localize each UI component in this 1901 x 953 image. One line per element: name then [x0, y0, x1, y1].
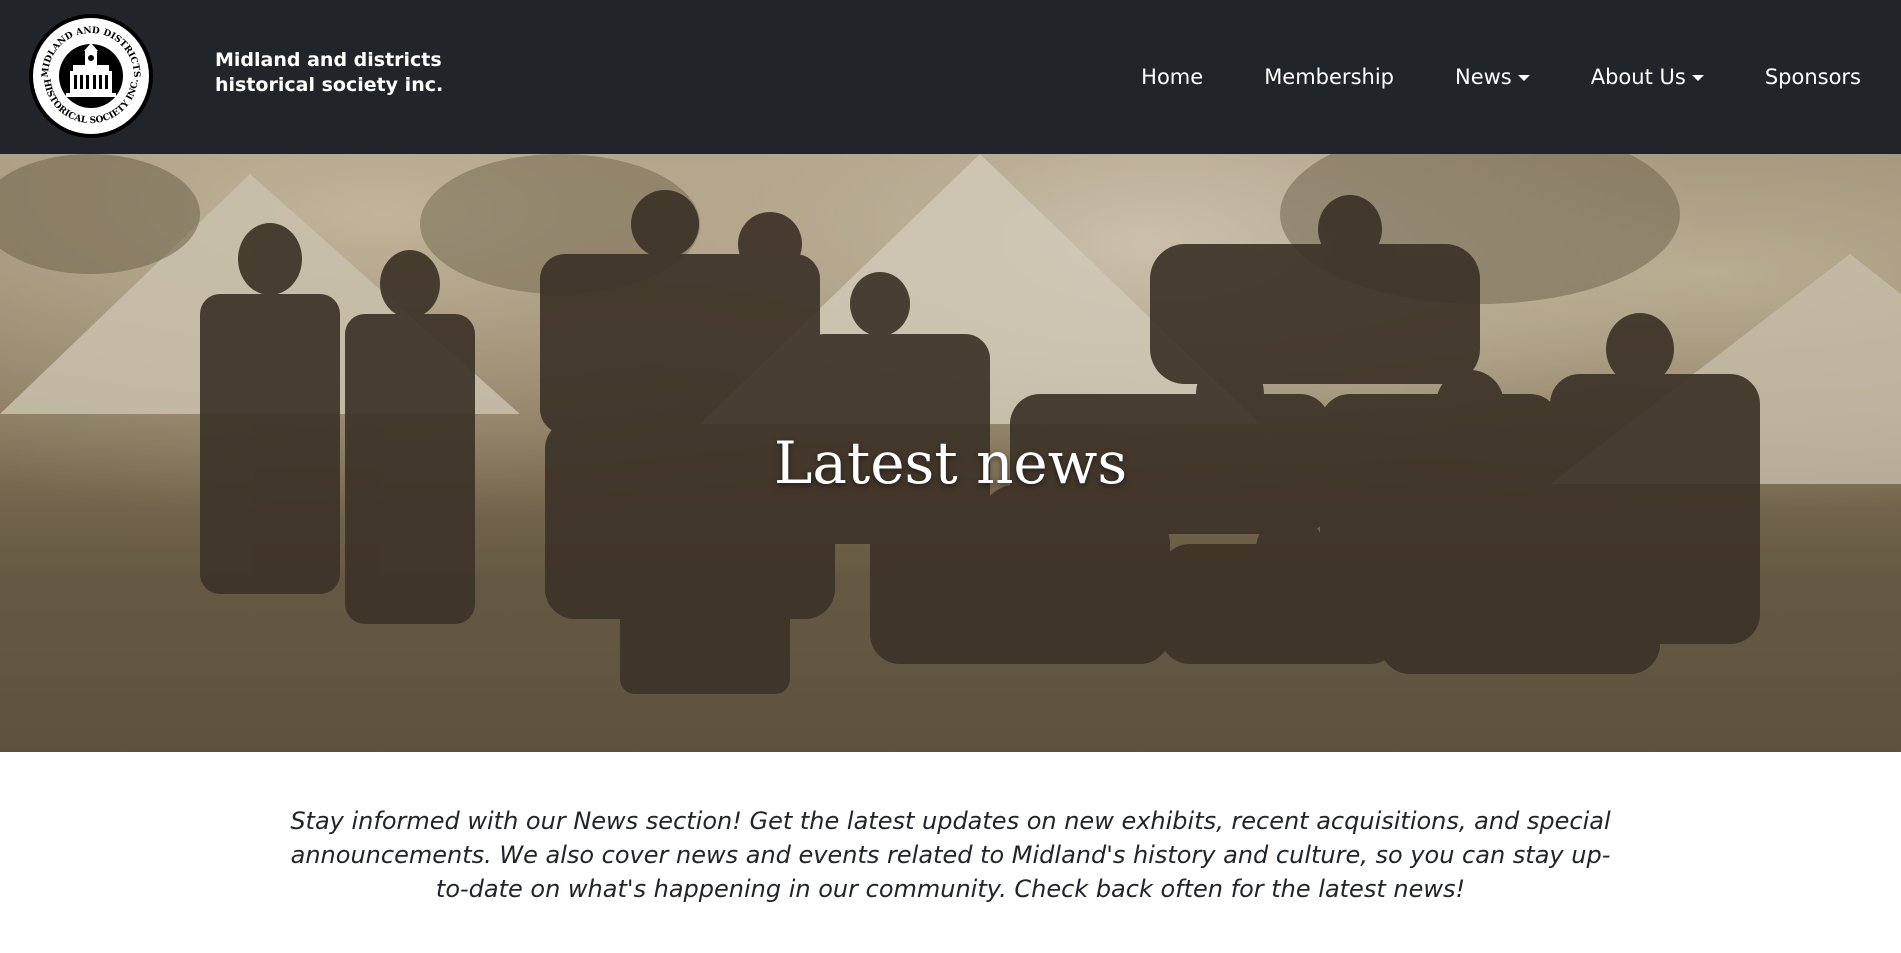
caret-down-icon [1517, 75, 1530, 81]
nav-sponsors[interactable]: Sponsors [1765, 65, 1861, 89]
nav-about-label: About Us [1590, 65, 1686, 89]
nav-sponsors-label: Sponsors [1764, 65, 1861, 89]
clock-tower-icon: MIDLAND AND DISTRICTS HISTORICAL SOCIETY… [29, 14, 153, 138]
news-intro-text: Stay informed with our News section! Get… [290, 807, 1611, 903]
nav-about-dropdown[interactable]: About Us [1591, 65, 1704, 89]
nav-home[interactable]: Home [1141, 65, 1203, 89]
main-nav: Home Membership News About Us Sponsors [1080, 0, 1861, 154]
nav-news-label: News [1454, 65, 1512, 89]
hero-banner: Latest news [0, 154, 1901, 752]
navbar: MIDLAND AND DISTRICTS HISTORICAL SOCIETY… [0, 0, 1901, 154]
brand-line-2: historical society inc. [215, 74, 444, 96]
nav-home-label: Home [1141, 65, 1204, 89]
nav-news-dropdown[interactable]: News [1455, 65, 1530, 89]
brand-name[interactable]: Midland and districts historical society… [215, 48, 444, 98]
brand-line-1: Midland and districts [215, 49, 442, 71]
nav-membership[interactable]: Membership [1264, 65, 1394, 89]
society-logo[interactable]: MIDLAND AND DISTRICTS HISTORICAL SOCIETY… [28, 13, 154, 139]
caret-down-icon [1691, 75, 1704, 81]
hero-title: Latest news [773, 429, 1128, 497]
nav-membership-label: Membership [1264, 65, 1394, 89]
